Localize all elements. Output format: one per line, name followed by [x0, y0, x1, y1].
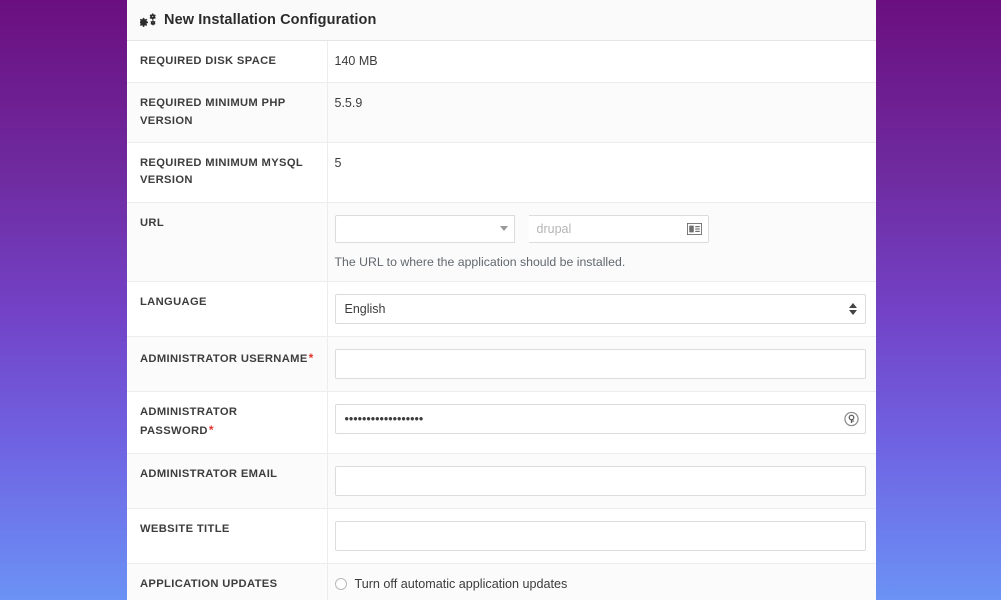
row-label: Required Minimum PHP Version	[127, 82, 328, 143]
row-value	[327, 336, 876, 392]
admin-email-input[interactable]	[334, 465, 866, 496]
row-label: Administrator Password*	[127, 391, 328, 454]
card-header: New Installation Configuration	[127, 0, 876, 41]
address-card-icon[interactable]	[686, 222, 702, 235]
mysql-version-value: 5	[334, 156, 342, 171]
website-title-input[interactable]	[334, 520, 866, 551]
table-row: Administrator Email	[127, 453, 876, 509]
url-help-text: The URL to where the application should …	[334, 254, 626, 269]
row-value: 5.5.9	[327, 82, 876, 143]
row-label: Website Title	[127, 508, 328, 564]
select-arrows-icon	[848, 302, 857, 315]
row-label: Required Minimum MySQL Version	[127, 142, 328, 203]
row-value: English	[327, 281, 876, 337]
row-label: Administrator Email	[127, 453, 328, 509]
language-selected-value: English	[344, 301, 386, 316]
row-value	[327, 453, 876, 509]
table-row: Application Updates Turn off automatic a…	[127, 563, 876, 600]
row-label: URL	[127, 202, 328, 282]
radio-indicator[interactable]	[334, 577, 347, 590]
chevron-down-icon	[499, 226, 508, 232]
table-row: Administrator Username*	[127, 336, 876, 392]
required-marker: *	[208, 423, 214, 438]
disk-space-value: 140 MB	[334, 54, 378, 68]
row-label: Administrator Username*	[127, 336, 328, 392]
admin-username-input[interactable]	[334, 348, 866, 379]
table-row: Required Disk Space 140 MB	[127, 41, 876, 83]
table-row: Required Minimum PHP Version 5.5.9	[127, 82, 876, 143]
row-value: 5	[327, 142, 876, 203]
table-row: Required Minimum MySQL Version 5	[127, 142, 876, 203]
installation-configuration-card: New Installation Configuration Required …	[127, 0, 876, 600]
admin-password-input[interactable]	[334, 403, 866, 434]
language-select[interactable]: English	[334, 293, 866, 324]
url-path-input[interactable]: drupal	[528, 214, 709, 243]
page-title: New Installation Configuration	[164, 12, 377, 28]
required-marker: *	[308, 350, 314, 365]
radio-option-turn-off-updates[interactable]: Turn off automatic application updates	[334, 576, 865, 591]
radio-label: Turn off automatic application updates	[354, 576, 568, 591]
url-domain-select[interactable]	[334, 214, 515, 243]
configuration-table: Required Disk Space 140 MB Required Mini…	[127, 41, 876, 600]
url-path-placeholder: drupal	[536, 221, 572, 236]
row-value: 140 MB	[327, 41, 876, 83]
cogs-icon	[140, 12, 156, 27]
table-row: Language English	[127, 281, 876, 337]
row-value	[327, 508, 876, 564]
row-label: Required Disk Space	[127, 41, 328, 83]
row-value: drupal The URL to where the application …	[327, 202, 876, 282]
table-row: Website Title	[127, 508, 876, 564]
admin-username-label: Administrator Username	[140, 352, 308, 365]
application-updates-radio-group: Turn off automatic application updates U…	[334, 576, 865, 600]
page-background: New Installation Configuration Required …	[0, 0, 1001, 600]
key-icon[interactable]	[843, 411, 859, 426]
row-value	[327, 391, 876, 454]
row-value: Turn off automatic application updates U…	[327, 563, 876, 600]
php-version-value: 5.5.9	[334, 96, 363, 111]
row-label: Language	[127, 281, 328, 337]
table-row: Administrator Password*	[127, 391, 876, 454]
row-label: Application Updates	[127, 563, 328, 600]
admin-password-label: Administrator Password	[140, 405, 238, 438]
table-row: URL drupal The URL to where the applicat…	[127, 202, 876, 282]
